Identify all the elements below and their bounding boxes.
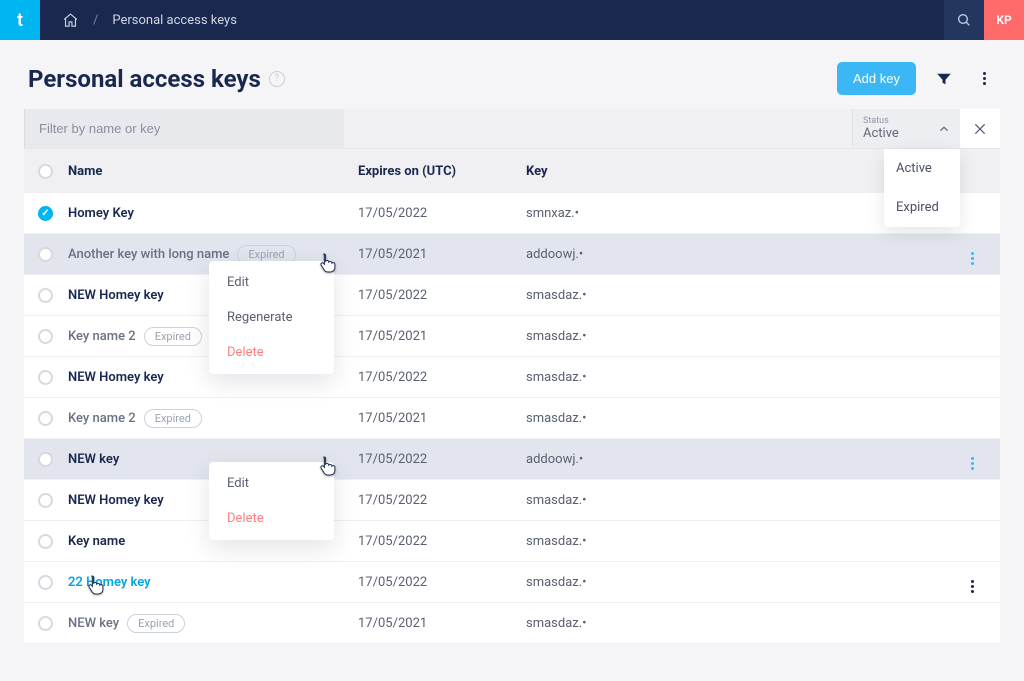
status-filter-value: Active bbox=[863, 126, 918, 141]
col-header-name[interactable]: Name bbox=[68, 164, 358, 179]
keys-table: Name Expires on (UTC) Key Homey Key 17/0… bbox=[24, 149, 1000, 644]
row-key: addoowj.• bbox=[526, 452, 958, 467]
home-icon[interactable] bbox=[62, 12, 79, 29]
row-expires: 17/05/2022 bbox=[358, 206, 526, 221]
row-name: Key name bbox=[68, 534, 125, 549]
add-key-button[interactable]: Add key bbox=[837, 62, 916, 95]
row-expires: 17/05/2021 bbox=[358, 329, 526, 344]
page-more-button[interactable] bbox=[972, 67, 996, 91]
filter-bar: Status Active Active Expired bbox=[24, 109, 1000, 149]
row-expires: 17/05/2021 bbox=[358, 411, 526, 426]
col-header-expires[interactable]: Expires on (UTC) bbox=[358, 164, 526, 179]
row-key: smasdaz.• bbox=[526, 616, 958, 631]
row-expires: 17/05/2022 bbox=[358, 452, 526, 467]
menu-regenerate[interactable]: Regenerate bbox=[209, 300, 334, 335]
table-row[interactable]: NEW key 17/05/2022 addoowj.• bbox=[24, 439, 1000, 480]
menu-delete[interactable]: Delete bbox=[209, 335, 334, 370]
table-row[interactable]: Key name 2 Expired 17/05/2021 smasdaz.• bbox=[24, 398, 1000, 439]
row-radio[interactable] bbox=[38, 575, 53, 590]
row-key: smasdaz.• bbox=[526, 411, 958, 426]
row-radio[interactable] bbox=[38, 616, 53, 631]
table-row[interactable]: Another key with long name Expired 17/05… bbox=[24, 234, 1000, 275]
row-name: NEW Homey key bbox=[68, 288, 164, 303]
breadcrumb-page[interactable]: Personal access keys bbox=[112, 13, 237, 28]
row-key: smasdaz.• bbox=[526, 370, 958, 385]
row-radio[interactable] bbox=[38, 370, 53, 385]
filter-button[interactable] bbox=[932, 67, 956, 91]
table-row[interactable]: Key name 17/05/2022 smasdaz.• bbox=[24, 521, 1000, 562]
row-expires: 17/05/2021 bbox=[358, 616, 526, 631]
row-expires: 17/05/2022 bbox=[358, 575, 526, 590]
row-radio[interactable] bbox=[38, 493, 53, 508]
row-name: NEW Homey key bbox=[68, 370, 164, 385]
page-header: Personal access keys ? Add key bbox=[0, 40, 1024, 109]
table-row[interactable]: Key name 2 Expired 17/05/2021 smasdaz.• bbox=[24, 316, 1000, 357]
table-row[interactable]: NEW Homey key 17/05/2022 smasdaz.• bbox=[24, 480, 1000, 521]
status-filter-label: Status bbox=[863, 116, 918, 126]
row-expires: 17/05/2021 bbox=[358, 247, 526, 262]
status-dropdown: Active Expired bbox=[884, 149, 960, 227]
menu-edit[interactable]: Edit bbox=[209, 265, 334, 300]
table-row[interactable]: NEW key Expired 17/05/2021 smasdaz.• bbox=[24, 603, 1000, 644]
logo[interactable]: t bbox=[0, 0, 40, 40]
row-expires: 17/05/2022 bbox=[358, 288, 526, 303]
status-option-active[interactable]: Active bbox=[884, 149, 960, 188]
menu-delete[interactable]: Delete bbox=[209, 501, 334, 536]
row-key: smasdaz.• bbox=[526, 493, 958, 508]
row-menu-button[interactable] bbox=[971, 572, 974, 593]
row-name: Homey Key bbox=[68, 206, 134, 221]
filter-input[interactable] bbox=[24, 109, 344, 148]
status-filter[interactable]: Status Active bbox=[852, 109, 928, 148]
table-row[interactable]: NEW Homey key 17/05/2022 smasdaz.• bbox=[24, 275, 1000, 316]
table-header: Name Expires on (UTC) Key bbox=[24, 149, 1000, 193]
expired-badge: Expired bbox=[144, 409, 202, 428]
breadcrumb: / Personal access keys bbox=[40, 12, 237, 29]
page-title: Personal access keys bbox=[28, 65, 261, 93]
row-menu-button[interactable] bbox=[971, 244, 974, 265]
row-name: NEW key bbox=[68, 616, 119, 631]
row-radio[interactable] bbox=[38, 411, 53, 426]
breadcrumb-separator: / bbox=[93, 13, 98, 28]
row-radio[interactable] bbox=[38, 534, 53, 549]
row-key: smasdaz.• bbox=[526, 575, 958, 590]
menu-edit[interactable]: Edit bbox=[209, 466, 334, 501]
select-all-radio[interactable] bbox=[38, 164, 53, 179]
row-key: addoowj.• bbox=[526, 247, 958, 262]
topbar-right: KP bbox=[944, 0, 1024, 40]
row-name: NEW key bbox=[68, 452, 119, 467]
table-row[interactable]: 22 Homey key 17/05/2022 smasdaz.• bbox=[24, 562, 1000, 603]
row-key: smasdaz.• bbox=[526, 329, 958, 344]
row-key: smasdaz.• bbox=[526, 534, 958, 549]
row-expires: 17/05/2022 bbox=[358, 493, 526, 508]
row-menu-button[interactable] bbox=[971, 449, 974, 470]
row-radio[interactable] bbox=[38, 452, 53, 467]
row-expires: 17/05/2022 bbox=[358, 370, 526, 385]
row-radio[interactable] bbox=[38, 329, 53, 344]
header-actions: Add key bbox=[837, 62, 996, 95]
close-filter-button[interactable] bbox=[960, 109, 1000, 148]
row-key: smasdaz.• bbox=[526, 288, 958, 303]
expired-badge: Expired bbox=[127, 614, 185, 633]
table-row[interactable]: NEW Homey key 17/05/2022 smasdaz.• bbox=[24, 357, 1000, 398]
row-name[interactable]: 22 Homey key bbox=[68, 575, 151, 590]
status-filter-toggle[interactable] bbox=[928, 109, 960, 148]
expired-badge: Expired bbox=[144, 327, 202, 346]
table-row[interactable]: Homey Key 17/05/2022 smnxaz.• bbox=[24, 193, 1000, 234]
row-expires: 17/05/2022 bbox=[358, 534, 526, 549]
row-context-menu: Edit Regenerate Delete bbox=[209, 261, 334, 374]
row-context-menu: Edit Delete bbox=[209, 462, 334, 540]
avatar[interactable]: KP bbox=[984, 0, 1024, 40]
status-option-expired[interactable]: Expired bbox=[884, 188, 960, 227]
topbar: t / Personal access keys KP bbox=[0, 0, 1024, 40]
row-name: Key name 2 bbox=[68, 411, 136, 426]
row-name: Another key with long name bbox=[68, 247, 229, 262]
row-radio[interactable] bbox=[38, 288, 53, 303]
search-button[interactable] bbox=[944, 0, 984, 40]
row-name: NEW Homey key bbox=[68, 493, 164, 508]
row-name: Key name 2 bbox=[68, 329, 136, 344]
row-radio[interactable] bbox=[38, 206, 53, 221]
info-icon[interactable]: ? bbox=[269, 71, 285, 87]
row-radio[interactable] bbox=[38, 247, 53, 262]
